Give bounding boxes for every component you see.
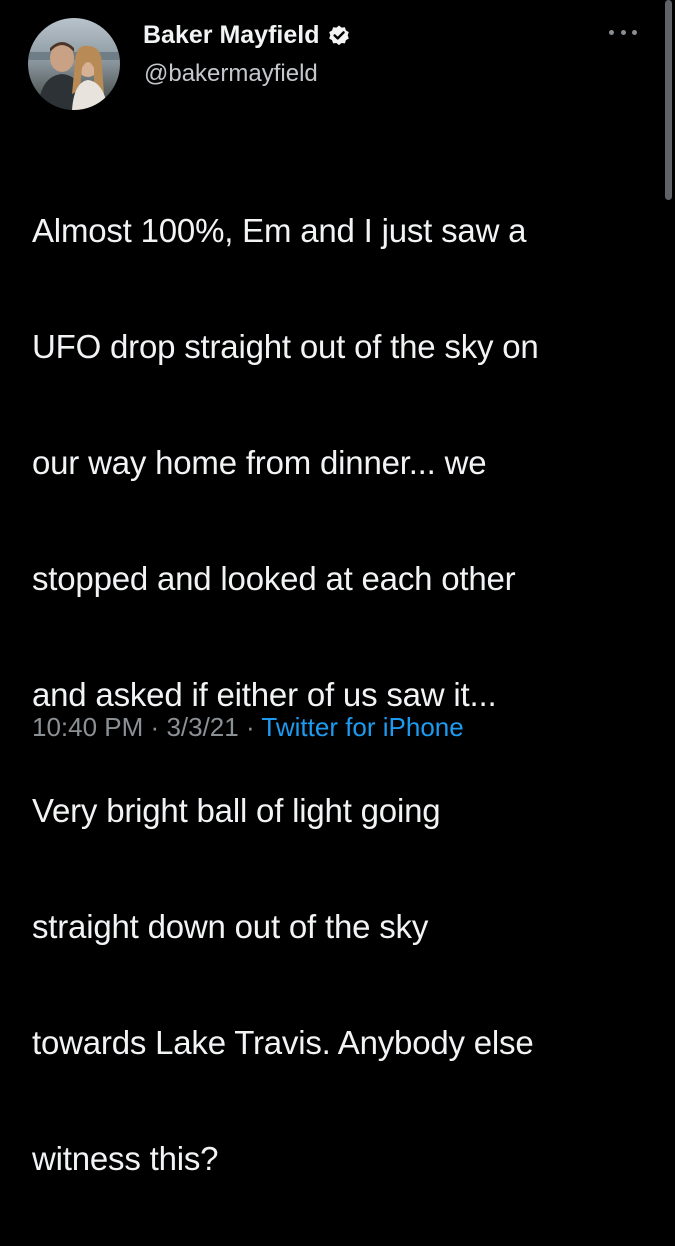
tweet-text-line: Almost 100%, Em and I just saw a: [32, 212, 527, 249]
tweet-text-line: stopped and looked at each other: [32, 560, 516, 597]
tweet-text: Almost 100%, Em and I just saw a UFO dro…: [32, 144, 647, 1246]
tweet-text-line: straight down out of the sky: [32, 908, 429, 945]
tweet-metadata: 10:40 PM · 3/3/21 · Twitter for iPhone: [32, 712, 464, 743]
tweet-card: Baker Mayfield @bakermayfield Almost 100…: [0, 0, 675, 1177]
tweet-text-line: witness this?: [32, 1140, 219, 1177]
more-dot: [609, 29, 614, 35]
tweet-text-line: UFO drop straight out of the sky on: [32, 328, 539, 365]
author-name-text: Baker Mayfield: [143, 21, 320, 49]
more-options-icon[interactable]: [609, 22, 637, 42]
author-display-name[interactable]: Baker Mayfield: [143, 21, 351, 50]
meta-separator: ·: [150, 712, 160, 742]
tweet-text-line: our way home from dinner... we: [32, 444, 487, 481]
tweet-text-line: Very bright ball of light going: [32, 792, 441, 829]
tweet-time[interactable]: 10:40 PM: [32, 712, 143, 742]
author-handle[interactable]: @bakermayfield: [144, 60, 318, 88]
scrollbar[interactable]: [665, 0, 672, 200]
tweet-source-link[interactable]: Twitter for iPhone: [261, 712, 463, 742]
avatar[interactable]: [28, 18, 120, 110]
more-dot: [632, 29, 637, 35]
tweet-text-line: towards Lake Travis. Anybody else: [32, 1024, 534, 1061]
meta-separator: ·: [245, 712, 255, 742]
more-dot: [620, 29, 626, 35]
tweet-date[interactable]: 3/3/21: [166, 712, 238, 742]
verified-badge-icon: [327, 24, 351, 48]
avatar-photo: [28, 18, 120, 110]
